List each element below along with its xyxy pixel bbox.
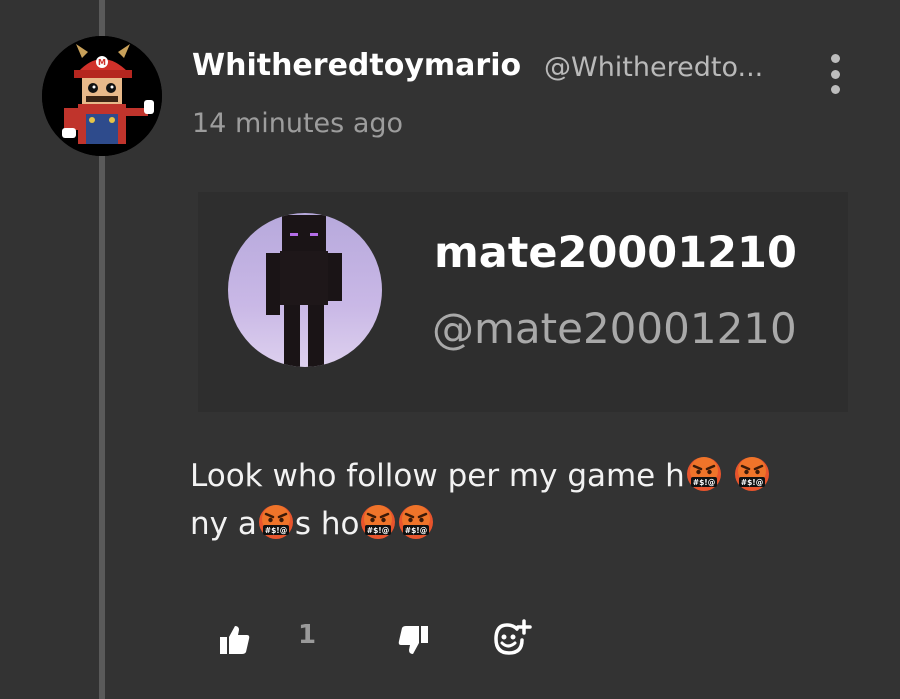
emoji-symbols-label: #$!@: [405, 526, 427, 535]
comment-timestamp: 14 minutes ago: [192, 108, 404, 139]
emoji-symbols-label: #$!@: [740, 478, 762, 487]
emoji-symbols-label: #$!@: [367, 526, 389, 535]
comment-body: Look who follow per my game h #$!@ #$!@ n…: [190, 452, 850, 548]
svg-text:M: M: [98, 58, 106, 67]
embedded-profile-name: mate20001210: [434, 228, 797, 278]
more-options-button[interactable]: [820, 52, 850, 96]
like-button[interactable]: [214, 620, 254, 660]
author-handle[interactable]: @Whitheredto...: [544, 52, 763, 83]
add-reaction-icon: [494, 619, 532, 655]
cursing-face-emoji-icon: #$!@: [360, 504, 396, 540]
embedded-profile-avatar: [228, 213, 382, 367]
cursing-face-emoji-icon: #$!@: [398, 504, 434, 540]
embedded-profile-handle: @mate20001210: [432, 304, 797, 353]
author-name[interactable]: Whitheredtoymario: [192, 48, 521, 83]
thumbs-up-icon: [220, 626, 250, 654]
mario-avatar-image: M: [42, 36, 162, 156]
more-dot-icon: [830, 85, 840, 94]
emoji-symbols-label: #$!@: [693, 478, 715, 487]
author-avatar[interactable]: M: [42, 36, 162, 156]
enderman-avatar-image: [228, 213, 382, 367]
emoji-symbols-label: #$!@: [265, 526, 287, 535]
cursing-face-emoji-icon: #$!@: [686, 456, 722, 492]
add-reaction-button[interactable]: [490, 619, 534, 660]
cursing-face-emoji-icon: #$!@: [734, 456, 770, 492]
like-count: 1: [298, 620, 317, 650]
comment-text-line2b: s ho: [294, 506, 360, 542]
dislike-button[interactable]: [394, 620, 434, 660]
comment-text-line1: Look who follow per my game h: [190, 458, 685, 494]
more-dot-icon: [830, 54, 840, 63]
more-dot-icon: [830, 69, 840, 79]
comment-text-line2a: ny a: [190, 506, 257, 542]
thumbs-down-icon: [398, 626, 428, 654]
cursing-face-emoji-icon: #$!@: [258, 504, 294, 540]
